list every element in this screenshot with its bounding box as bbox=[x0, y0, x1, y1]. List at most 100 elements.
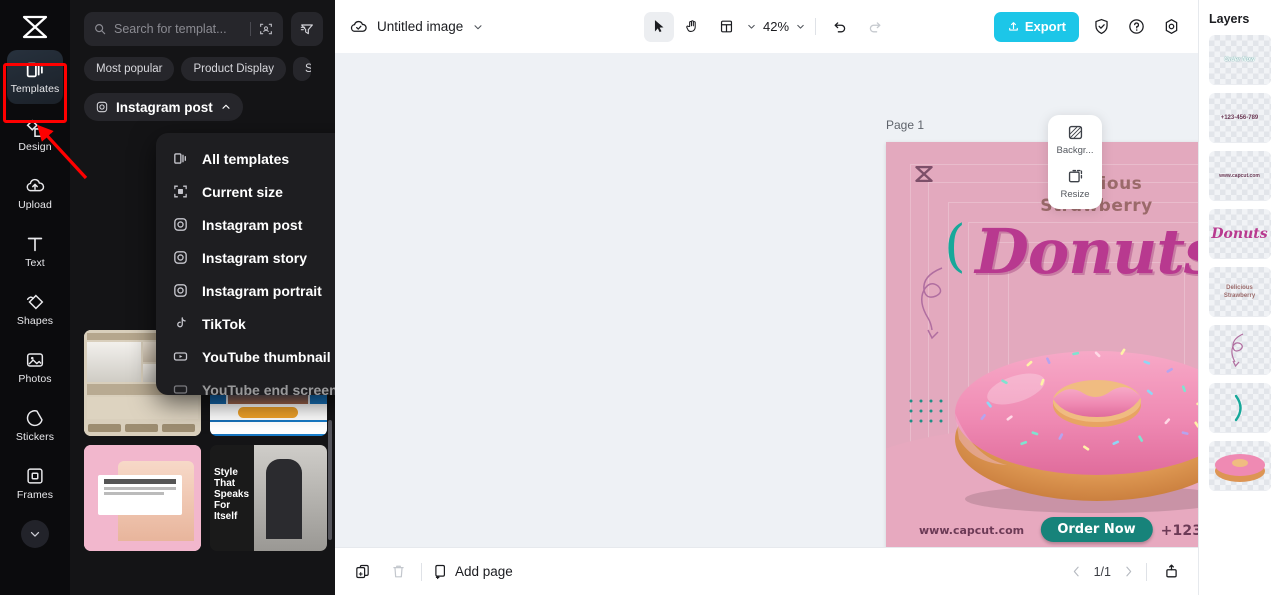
layout-tool-button[interactable] bbox=[712, 12, 742, 42]
menu-item-instagram-post[interactable]: Instagram post ✓ bbox=[156, 208, 335, 241]
bottom-bar: Add page 1/1 bbox=[335, 547, 1198, 595]
chip-next[interactable]: S bbox=[293, 57, 312, 81]
export-button[interactable]: Export bbox=[993, 11, 1079, 42]
next-page-button[interactable] bbox=[1122, 565, 1135, 578]
artboard-phone: +123-456-789 bbox=[1160, 523, 1198, 539]
help-icon[interactable] bbox=[1123, 14, 1149, 40]
menu-item-all-templates[interactable]: All templates bbox=[156, 142, 335, 175]
sidebar-item-frames[interactable]: Frames bbox=[7, 456, 63, 510]
menu-item-instagram-story[interactable]: Instagram story bbox=[156, 241, 335, 274]
template-card-style-speaks[interactable]: Style That Speaks For Itself bbox=[210, 445, 327, 551]
menu-item-label: All templates bbox=[202, 150, 290, 167]
layer-item-url[interactable]: www.capcut.com bbox=[1208, 151, 1271, 201]
select-tool-button[interactable] bbox=[643, 11, 674, 42]
background-icon bbox=[1068, 125, 1082, 140]
search-input[interactable]: Search for templat... bbox=[84, 12, 283, 46]
templates-scrollbar[interactable] bbox=[328, 420, 332, 540]
sidebar-item-design[interactable]: Design bbox=[7, 108, 63, 162]
arc-icon bbox=[1234, 394, 1242, 422]
sidebar-item-text[interactable]: Text bbox=[7, 224, 63, 278]
template-card-cleaning-secret[interactable] bbox=[84, 445, 201, 551]
layout-icon bbox=[721, 20, 733, 33]
menu-item-label: Instagram post bbox=[202, 216, 303, 233]
layer-caption: www.capcut.com bbox=[1219, 173, 1260, 179]
layer-caption: Donuts bbox=[1211, 226, 1268, 242]
sidebar-item-label: Frames bbox=[16, 489, 54, 501]
menu-item-youtube-thumbnail[interactable]: YouTube thumbnail bbox=[156, 340, 335, 373]
visual-search-icon[interactable] bbox=[258, 21, 274, 37]
export-icon bbox=[1008, 22, 1018, 31]
capcut-logo-icon[interactable] bbox=[15, 10, 55, 44]
menu-item-youtube-end-screen[interactable]: YouTube end screen bbox=[156, 373, 335, 395]
layer-item-donuts[interactable]: Donuts bbox=[1208, 209, 1271, 259]
sidebar-item-shapes[interactable]: Shapes bbox=[7, 282, 63, 336]
chevron-down-icon[interactable] bbox=[472, 21, 484, 33]
duplicate-page-button[interactable] bbox=[349, 559, 375, 585]
show-more-tools-button[interactable] bbox=[21, 520, 49, 548]
chevron-down-icon[interactable] bbox=[795, 21, 806, 32]
zoom-level[interactable]: 42% bbox=[761, 19, 791, 34]
layer-item-order-now[interactable]: Order Now bbox=[1208, 35, 1271, 85]
hand-tool-button[interactable] bbox=[678, 12, 708, 42]
redo-button[interactable] bbox=[859, 12, 889, 42]
sidebar-item-label: Upload bbox=[18, 199, 52, 211]
resize-icon bbox=[1068, 169, 1082, 183]
chevron-down-icon[interactable] bbox=[746, 21, 757, 32]
search-icon bbox=[95, 24, 106, 35]
chip-most-popular[interactable]: Most popular bbox=[84, 57, 175, 81]
instagram-icon bbox=[174, 218, 187, 231]
templates-icon bbox=[26, 62, 43, 78]
page-header: Page 1 bbox=[886, 117, 1198, 132]
menu-item-instagram-portrait[interactable]: Instagram portrait bbox=[156, 274, 335, 307]
layers-panel: Layers Order Now +123-456-789 www.capcut… bbox=[1198, 0, 1280, 595]
prev-page-button[interactable] bbox=[1070, 565, 1083, 578]
chevron-up-icon bbox=[222, 104, 230, 109]
donut-image bbox=[954, 348, 1198, 513]
trash-icon bbox=[392, 565, 404, 578]
menu-item-current-size[interactable]: Current size bbox=[156, 175, 335, 208]
layer-item-bracket[interactable] bbox=[1208, 383, 1271, 433]
layer-item-delicious-strawberry[interactable]: Delicious Strawberry bbox=[1208, 267, 1271, 317]
sidebar-item-label: Text bbox=[25, 257, 45, 269]
canvas-area[interactable]: Page 1 (Donuts www.capcut.com Order Now… bbox=[335, 53, 1198, 547]
search-placeholder: Search for templat... bbox=[114, 22, 227, 36]
menu-item-label: TikTok bbox=[202, 315, 246, 332]
menu-item-tiktok[interactable]: TikTok bbox=[156, 307, 335, 340]
artboard-cta-button[interactable]: Order Now bbox=[1040, 517, 1153, 542]
layer-caption: Order Now bbox=[1224, 57, 1255, 63]
add-page-button[interactable]: Add page bbox=[432, 563, 513, 580]
menu-item-label: Current size bbox=[202, 183, 283, 200]
bottom-divider bbox=[1146, 562, 1147, 581]
photos-icon bbox=[26, 353, 44, 367]
layers-title: Layers bbox=[1209, 12, 1250, 26]
layer-item-swirl[interactable] bbox=[1208, 325, 1271, 375]
background-tool-button[interactable]: Backgr... bbox=[1049, 123, 1101, 156]
artboard-line1: Delicious bbox=[886, 174, 1198, 194]
sidebar-item-upload[interactable]: Upload bbox=[7, 166, 63, 220]
delete-page-button[interactable] bbox=[385, 559, 411, 585]
sidebar-item-photos[interactable]: Photos bbox=[7, 340, 63, 394]
templates-panel: Search for templat... Most popular Produ… bbox=[70, 0, 335, 595]
instagram-icon bbox=[96, 101, 108, 113]
layer-item-donut-image[interactable] bbox=[1208, 441, 1271, 491]
filter-button[interactable] bbox=[291, 12, 323, 46]
duplicate-page-icon bbox=[355, 564, 369, 579]
size-picker-button[interactable]: Instagram post bbox=[84, 93, 243, 121]
sidebar-item-stickers[interactable]: Stickers bbox=[7, 398, 63, 452]
settings-gear-icon[interactable] bbox=[1158, 14, 1184, 40]
cloud-save-icon[interactable] bbox=[349, 17, 368, 36]
document-title[interactable]: Untitled image bbox=[377, 19, 463, 34]
undo-button[interactable] bbox=[825, 12, 855, 42]
resize-tool-button[interactable]: Resize bbox=[1049, 167, 1101, 200]
toolbar-divider bbox=[815, 18, 817, 35]
shield-check-icon[interactable] bbox=[1088, 14, 1114, 40]
layer-item-phone[interactable]: +123-456-789 bbox=[1208, 93, 1271, 143]
top-toolbar: Untitled image 42% Export bbox=[335, 0, 1198, 53]
export-page-button[interactable] bbox=[1158, 559, 1184, 585]
stickers-icon bbox=[26, 410, 43, 427]
artboard[interactable]: Delicious Strawberry ( ) Donuts bbox=[886, 142, 1198, 547]
cursor-icon bbox=[655, 20, 664, 33]
upload-cloud-icon bbox=[26, 178, 45, 192]
sidebar-item-templates[interactable]: Templates bbox=[7, 50, 63, 104]
chip-product-display[interactable]: Product Display bbox=[181, 57, 287, 81]
